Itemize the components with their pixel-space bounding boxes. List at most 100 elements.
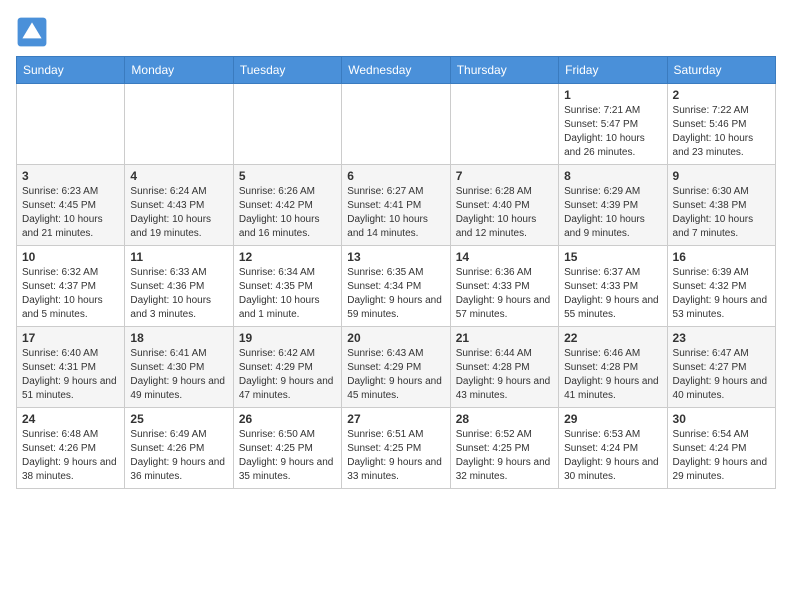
calendar-cell: 8 Sunrise: 6:29 AM Sunset: 4:39 PM Daylig…	[559, 165, 667, 246]
day-info: Sunrise: 6:48 AM Sunset: 4:26 PM Dayligh…	[22, 428, 119, 484]
day-number: 21	[456, 331, 553, 345]
logo-icon	[16, 16, 48, 48]
day-number: 6	[347, 169, 444, 183]
weekday-header: Tuesday	[233, 57, 341, 84]
day-number: 17	[22, 331, 119, 345]
day-info: Sunrise: 6:52 AM Sunset: 4:25 PM Dayligh…	[456, 428, 553, 484]
calendar-cell: 5 Sunrise: 6:26 AM Sunset: 4:42 PM Daylig…	[233, 165, 341, 246]
calendar-cell: 6 Sunrise: 6:27 AM Sunset: 4:41 PM Daylig…	[342, 165, 450, 246]
weekday-header: Saturday	[667, 57, 775, 84]
calendar-cell: 9 Sunrise: 6:30 AM Sunset: 4:38 PM Daylig…	[667, 165, 775, 246]
calendar-cell	[17, 84, 125, 165]
day-info: Sunrise: 6:49 AM Sunset: 4:26 PM Dayligh…	[130, 428, 227, 484]
day-info: Sunrise: 6:33 AM Sunset: 4:36 PM Dayligh…	[130, 266, 227, 322]
calendar-cell: 1 Sunrise: 7:21 AM Sunset: 5:47 PM Daylig…	[559, 84, 667, 165]
calendar-cell: 26 Sunrise: 6:50 AM Sunset: 4:25 PM Dayli…	[233, 408, 341, 489]
calendar-cell: 25 Sunrise: 6:49 AM Sunset: 4:26 PM Dayli…	[125, 408, 233, 489]
day-number: 12	[239, 250, 336, 264]
page-header	[16, 16, 776, 48]
day-info: Sunrise: 6:53 AM Sunset: 4:24 PM Dayligh…	[564, 428, 661, 484]
day-info: Sunrise: 6:35 AM Sunset: 4:34 PM Dayligh…	[347, 266, 444, 322]
calendar-cell: 14 Sunrise: 6:36 AM Sunset: 4:33 PM Dayli…	[450, 246, 558, 327]
day-info: Sunrise: 6:28 AM Sunset: 4:40 PM Dayligh…	[456, 185, 553, 241]
day-info: Sunrise: 6:42 AM Sunset: 4:29 PM Dayligh…	[239, 347, 336, 403]
calendar-week-row: 10 Sunrise: 6:32 AM Sunset: 4:37 PM Dayli…	[17, 246, 776, 327]
calendar-cell: 16 Sunrise: 6:39 AM Sunset: 4:32 PM Dayli…	[667, 246, 775, 327]
day-number: 25	[130, 412, 227, 426]
day-number: 22	[564, 331, 661, 345]
calendar-cell: 29 Sunrise: 6:53 AM Sunset: 4:24 PM Dayli…	[559, 408, 667, 489]
day-info: Sunrise: 6:37 AM Sunset: 4:33 PM Dayligh…	[564, 266, 661, 322]
day-number: 16	[673, 250, 770, 264]
weekday-header: Thursday	[450, 57, 558, 84]
day-info: Sunrise: 6:36 AM Sunset: 4:33 PM Dayligh…	[456, 266, 553, 322]
day-info: Sunrise: 6:50 AM Sunset: 4:25 PM Dayligh…	[239, 428, 336, 484]
day-number: 1	[564, 88, 661, 102]
calendar-cell: 19 Sunrise: 6:42 AM Sunset: 4:29 PM Dayli…	[233, 327, 341, 408]
day-number: 10	[22, 250, 119, 264]
day-info: Sunrise: 6:32 AM Sunset: 4:37 PM Dayligh…	[22, 266, 119, 322]
calendar-header-row: SundayMondayTuesdayWednesdayThursdayFrid…	[17, 57, 776, 84]
calendar-week-row: 1 Sunrise: 7:21 AM Sunset: 5:47 PM Daylig…	[17, 84, 776, 165]
day-info: Sunrise: 6:43 AM Sunset: 4:29 PM Dayligh…	[347, 347, 444, 403]
calendar-cell: 12 Sunrise: 6:34 AM Sunset: 4:35 PM Dayli…	[233, 246, 341, 327]
day-number: 14	[456, 250, 553, 264]
calendar: SundayMondayTuesdayWednesdayThursdayFrid…	[16, 56, 776, 489]
day-number: 2	[673, 88, 770, 102]
day-info: Sunrise: 6:34 AM Sunset: 4:35 PM Dayligh…	[239, 266, 336, 322]
day-number: 13	[347, 250, 444, 264]
calendar-cell: 17Sunrise: 6:40 AM Sunset: 4:31 PM Dayli…	[17, 327, 125, 408]
calendar-cell: 22 Sunrise: 6:46 AM Sunset: 4:28 PM Dayli…	[559, 327, 667, 408]
day-info: Sunrise: 7:21 AM Sunset: 5:47 PM Dayligh…	[564, 104, 661, 160]
day-number: 27	[347, 412, 444, 426]
weekday-header: Sunday	[17, 57, 125, 84]
day-info: Sunrise: 6:23 AM Sunset: 4:45 PM Dayligh…	[22, 185, 119, 241]
day-number: 8	[564, 169, 661, 183]
calendar-cell: 15 Sunrise: 6:37 AM Sunset: 4:33 PM Dayli…	[559, 246, 667, 327]
day-info: Sunrise: 6:27 AM Sunset: 4:41 PM Dayligh…	[347, 185, 444, 241]
weekday-header: Wednesday	[342, 57, 450, 84]
calendar-cell: 20 Sunrise: 6:43 AM Sunset: 4:29 PM Dayli…	[342, 327, 450, 408]
day-info: Sunrise: 6:29 AM Sunset: 4:39 PM Dayligh…	[564, 185, 661, 241]
calendar-cell: 2 Sunrise: 7:22 AM Sunset: 5:46 PM Daylig…	[667, 84, 775, 165]
day-number: 18	[130, 331, 227, 345]
calendar-week-row: 24Sunrise: 6:48 AM Sunset: 4:26 PM Dayli…	[17, 408, 776, 489]
weekday-header: Friday	[559, 57, 667, 84]
day-info: Sunrise: 6:44 AM Sunset: 4:28 PM Dayligh…	[456, 347, 553, 403]
calendar-week-row: 17Sunrise: 6:40 AM Sunset: 4:31 PM Dayli…	[17, 327, 776, 408]
day-info: Sunrise: 6:51 AM Sunset: 4:25 PM Dayligh…	[347, 428, 444, 484]
day-info: Sunrise: 6:26 AM Sunset: 4:42 PM Dayligh…	[239, 185, 336, 241]
day-number: 9	[673, 169, 770, 183]
day-number: 15	[564, 250, 661, 264]
day-number: 19	[239, 331, 336, 345]
calendar-cell	[125, 84, 233, 165]
day-info: Sunrise: 7:22 AM Sunset: 5:46 PM Dayligh…	[673, 104, 770, 160]
day-number: 4	[130, 169, 227, 183]
calendar-cell: 21 Sunrise: 6:44 AM Sunset: 4:28 PM Dayli…	[450, 327, 558, 408]
day-info: Sunrise: 6:39 AM Sunset: 4:32 PM Dayligh…	[673, 266, 770, 322]
calendar-cell	[450, 84, 558, 165]
day-number: 30	[673, 412, 770, 426]
day-number: 26	[239, 412, 336, 426]
calendar-cell: 23Sunrise: 6:47 AM Sunset: 4:27 PM Dayli…	[667, 327, 775, 408]
day-info: Sunrise: 6:46 AM Sunset: 4:28 PM Dayligh…	[564, 347, 661, 403]
calendar-cell	[233, 84, 341, 165]
day-number: 3	[22, 169, 119, 183]
day-number: 7	[456, 169, 553, 183]
day-info: Sunrise: 6:24 AM Sunset: 4:43 PM Dayligh…	[130, 185, 227, 241]
calendar-cell: 13 Sunrise: 6:35 AM Sunset: 4:34 PM Dayli…	[342, 246, 450, 327]
calendar-cell: 7 Sunrise: 6:28 AM Sunset: 4:40 PM Daylig…	[450, 165, 558, 246]
day-number: 29	[564, 412, 661, 426]
day-info: Sunrise: 6:30 AM Sunset: 4:38 PM Dayligh…	[673, 185, 770, 241]
calendar-cell	[342, 84, 450, 165]
day-number: 11	[130, 250, 227, 264]
day-number: 5	[239, 169, 336, 183]
day-info: Sunrise: 6:41 AM Sunset: 4:30 PM Dayligh…	[130, 347, 227, 403]
day-info: Sunrise: 6:54 AM Sunset: 4:24 PM Dayligh…	[673, 428, 770, 484]
calendar-cell: 10 Sunrise: 6:32 AM Sunset: 4:37 PM Dayli…	[17, 246, 125, 327]
calendar-cell: 3 Sunrise: 6:23 AM Sunset: 4:45 PM Daylig…	[17, 165, 125, 246]
calendar-week-row: 3 Sunrise: 6:23 AM Sunset: 4:45 PM Daylig…	[17, 165, 776, 246]
calendar-cell: 24Sunrise: 6:48 AM Sunset: 4:26 PM Dayli…	[17, 408, 125, 489]
day-number: 20	[347, 331, 444, 345]
weekday-header: Monday	[125, 57, 233, 84]
